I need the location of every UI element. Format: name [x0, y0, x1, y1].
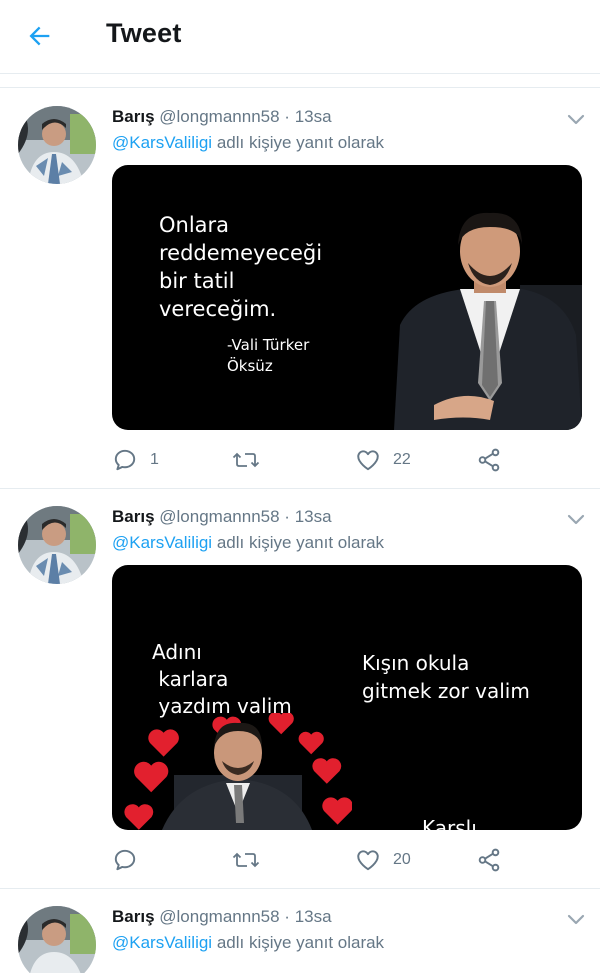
reply-icon — [114, 849, 136, 871]
reply-icon — [114, 449, 136, 471]
like-button[interactable]: 22 — [355, 445, 411, 475]
avatar[interactable] — [18, 106, 96, 184]
reply-context-text: adlı kişiye yanıt olarak — [212, 533, 385, 552]
timestamp[interactable]: 13sa — [295, 107, 332, 126]
tweet-header: Barış @longmannn58 · 13sa — [112, 507, 332, 527]
heart-icon — [357, 450, 379, 471]
retweet-button[interactable] — [232, 845, 260, 875]
page-title: Tweet — [106, 18, 182, 48]
image-left-text: Adını karlara yazdım valim — [152, 640, 292, 718]
separator-dot: · — [284, 907, 290, 926]
avatar[interactable] — [18, 506, 96, 584]
reply-button[interactable]: 1 — [112, 445, 159, 475]
tweet-header: Barış @longmannn58 · 13sa — [112, 907, 332, 927]
arrow-left-icon — [29, 26, 50, 46]
tweet[interactable]: Barış @longmannn58 · 13sa @KarsValiligi … — [0, 489, 600, 889]
tweet-header: Barış @longmannn58 · 13sa — [112, 107, 332, 127]
display-name[interactable]: Barış — [112, 107, 155, 126]
user-handle[interactable]: @longmannn58 — [159, 107, 279, 126]
user-handle[interactable]: @longmannn58 — [159, 907, 279, 926]
display-name[interactable]: Barış — [112, 907, 155, 926]
retweet-icon — [232, 452, 260, 468]
tweet-image[interactable]: Onlara reddemeyeceği bir tatil vereceğim… — [112, 165, 582, 430]
tweet-actions: 1 22 — [112, 445, 582, 475]
reply-context: @KarsValiligi adlı kişiye yanıt olarak — [112, 533, 384, 553]
tweet[interactable]: Barış @longmannn58 · 13sa @KarsValiligi … — [0, 89, 600, 489]
like-count: 22 — [393, 451, 411, 468]
share-icon — [478, 448, 500, 472]
reply-context-text: adlı kişiye yanıt olarak — [212, 933, 385, 952]
display-name[interactable]: Barış — [112, 507, 155, 526]
image-quote-text: Onlara reddemeyeceği bir tatil vereceğim… — [159, 213, 323, 321]
mention-link[interactable]: @KarsValiligi — [112, 533, 212, 552]
tweet[interactable]: Barış @longmannn58 · 13sa @KarsValiligi … — [0, 889, 600, 973]
reply-context: @KarsValiligi adlı kişiye yanıt olarak — [112, 133, 384, 153]
separator-dot: · — [284, 507, 290, 526]
like-count: 20 — [393, 851, 411, 868]
share-button[interactable] — [476, 845, 502, 875]
share-button[interactable] — [476, 445, 502, 475]
chevron-down-icon[interactable] — [566, 112, 586, 126]
top-bar: Tweet — [0, 0, 600, 74]
mention-link[interactable]: @KarsValiligi — [112, 133, 212, 152]
reply-count: 1 — [150, 451, 159, 468]
hearts-frame — [124, 713, 352, 830]
reply-context-text: adlı kişiye yanıt olarak — [212, 133, 385, 152]
image-attribution-text: -Vali Türker Öksüz — [227, 336, 310, 375]
timestamp[interactable]: 13sa — [295, 907, 332, 926]
mention-link[interactable]: @KarsValiligi — [112, 933, 212, 952]
back-button[interactable] — [22, 18, 58, 54]
divider — [0, 74, 600, 88]
user-handle[interactable]: @longmannn58 — [159, 507, 279, 526]
reply-button[interactable] — [112, 845, 150, 875]
chevron-down-icon[interactable] — [566, 512, 586, 526]
tweet-actions: 20 — [112, 845, 582, 875]
retweet-icon — [232, 852, 260, 868]
heart-icon — [357, 850, 379, 871]
share-icon — [478, 848, 500, 872]
separator-dot: · — [284, 107, 290, 126]
retweet-button[interactable] — [232, 445, 260, 475]
tweet-image[interactable]: Adını karlara yazdım valim Kışın okula g… — [112, 565, 582, 830]
image-right-text: Kışın okula gitmek zor valim — [362, 651, 530, 703]
image-bottom-text: Karslı — [422, 816, 477, 830]
timestamp[interactable]: 13sa — [295, 507, 332, 526]
governor-photo — [394, 212, 582, 430]
reply-context: @KarsValiligi adlı kişiye yanıt olarak — [112, 933, 384, 953]
avatar[interactable] — [18, 906, 96, 973]
like-button[interactable]: 20 — [355, 845, 411, 875]
chevron-down-icon[interactable] — [566, 912, 586, 926]
